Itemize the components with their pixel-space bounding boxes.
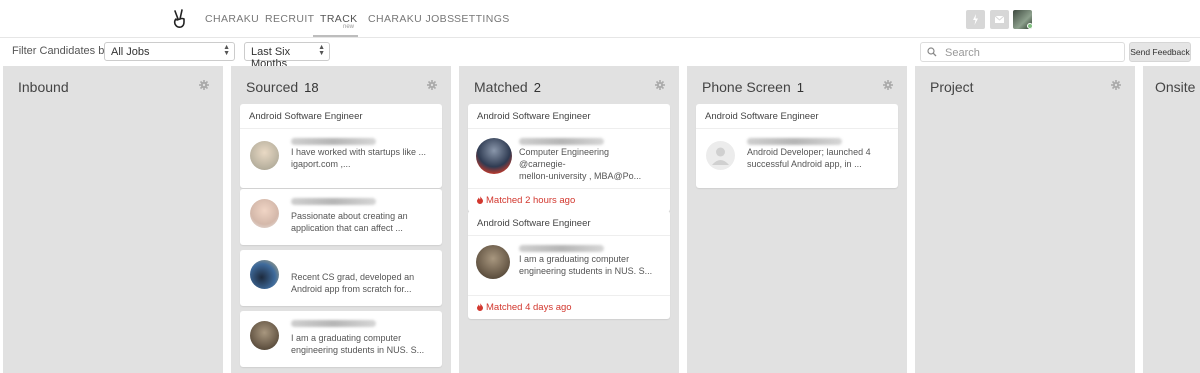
candidate-card[interactable]: Android Software Engineer I have worked … <box>240 104 442 188</box>
candidate-summary: I am a graduating computer engineering st… <box>519 254 653 276</box>
top-navigation: CHARAKU RECRUIT TRACK new CHARAKU JOBS S… <box>0 0 1200 38</box>
column-title: Project <box>930 79 974 95</box>
nav-charaku[interactable]: CHARAKU <box>205 13 259 25</box>
candidate-avatar-placeholder <box>706 141 735 170</box>
period-filter-select[interactable]: Last Six Months ▲ ▼ <box>244 42 330 70</box>
job-filter-value: All Jobs <box>111 46 150 58</box>
candidate-name-blurred <box>291 320 376 327</box>
peace-hand-logo-icon[interactable] <box>170 9 188 29</box>
flame-icon <box>477 303 483 311</box>
match-status: Matched 2 hours ago <box>468 188 670 212</box>
nav-charaku-jobs[interactable]: CHARAKU JOBS <box>368 13 454 25</box>
column-title: Matched 2 <box>474 79 541 95</box>
candidate-name-blurred <box>291 138 376 145</box>
select-arrows-icon: ▲ ▼ <box>223 44 230 57</box>
column-count: 2 <box>533 80 541 95</box>
candidate-summary: Recent CS grad, developed an Android app … <box>291 272 415 294</box>
nav-recruit[interactable]: RECRUIT <box>265 13 314 25</box>
candidate-name-blurred <box>519 138 604 145</box>
column-count: 1 <box>796 80 804 95</box>
candidate-card[interactable]: Passionate about creating an application … <box>240 189 442 245</box>
send-feedback-button[interactable]: Send Feedback <box>1129 42 1191 62</box>
candidate-summary: Passionate about creating an application … <box>291 211 408 233</box>
nav-settings[interactable]: SETTINGS <box>454 13 510 25</box>
card-job-title: Android Software Engineer <box>468 104 670 129</box>
card-job-title: Android Software Engineer <box>240 104 442 129</box>
search-input[interactable]: Search <box>920 42 1125 62</box>
select-arrows-icon: ▲ ▼ <box>318 44 325 57</box>
nav-active-indicator <box>313 35 358 37</box>
candidate-avatar <box>250 199 279 228</box>
card-job-title: Android Software Engineer <box>468 211 670 236</box>
candidate-name-blurred <box>291 198 376 205</box>
column-title: Inbound <box>18 79 69 95</box>
candidate-card[interactable]: Recent CS grad, developed an Android app … <box>240 250 442 306</box>
filter-label: Filter Candidates by <box>12 45 110 57</box>
candidate-name-blurred <box>519 245 604 252</box>
candidate-card[interactable]: Android Software Engineer I am a graduat… <box>468 211 670 319</box>
candidate-avatar <box>250 260 279 289</box>
candidate-card[interactable]: I am a graduating computer engineering st… <box>240 311 442 367</box>
mail-button[interactable] <box>990 10 1009 29</box>
candidate-avatar <box>476 245 510 279</box>
candidate-name-blurred <box>747 138 842 145</box>
candidate-avatar <box>476 138 512 174</box>
candidate-summary: Android Developer; launched 4 successful … <box>747 147 871 169</box>
column-matched: Matched 2 Android Software Engineer Compu… <box>459 66 679 373</box>
card-job-title: Android Software Engineer <box>696 104 898 129</box>
column-title: Sourced 18 <box>246 79 319 95</box>
candidate-summary: I am a graduating computer engineering st… <box>291 333 425 355</box>
match-status: Matched 4 days ago <box>468 295 670 319</box>
column-count: 18 <box>304 80 319 95</box>
column-project: Project <box>915 66 1135 373</box>
person-icon <box>712 147 729 165</box>
nav-track-new-badge: new <box>343 24 355 30</box>
pipeline-board: Inbound Sourced 18 Android Software Engin… <box>0 66 1200 373</box>
mail-icon <box>994 15 1005 23</box>
candidate-summary: Computer Engineering @carnegie-mellon-un… <box>519 147 642 181</box>
lightning-button[interactable] <box>966 10 985 29</box>
online-status-dot <box>1027 23 1033 29</box>
candidate-avatar <box>250 141 279 170</box>
filter-bar: Filter Candidates by All Jobs ▲ ▼ Last Si… <box>0 39 1200 70</box>
candidate-card[interactable]: Android Software Engineer Android Develo… <box>696 104 898 188</box>
column-inbound: Inbound <box>3 66 223 373</box>
gear-icon[interactable] <box>427 80 437 90</box>
search-icon <box>927 47 937 57</box>
gear-icon[interactable] <box>1111 80 1121 90</box>
job-filter-select[interactable]: All Jobs ▲ ▼ <box>104 42 235 61</box>
gear-icon[interactable] <box>199 80 209 90</box>
column-title: Onsite <box>1155 79 1196 95</box>
lightning-icon <box>973 14 978 25</box>
flame-icon <box>477 196 483 204</box>
candidate-avatar <box>250 321 279 350</box>
gear-icon[interactable] <box>883 80 893 90</box>
column-sourced: Sourced 18 Android Software Engineer I ha… <box>231 66 451 373</box>
column-onsite: Onsite <box>1143 66 1200 373</box>
search-placeholder: Search <box>945 47 980 59</box>
gear-icon[interactable] <box>655 80 665 90</box>
column-title: Phone Screen 1 <box>702 79 804 95</box>
candidate-card[interactable]: Android Software Engineer Computer Engin… <box>468 104 670 212</box>
candidate-summary: I have worked with startups like ... igap… <box>291 147 427 169</box>
column-phone-screen: Phone Screen 1 Android Software Engineer … <box>687 66 907 373</box>
